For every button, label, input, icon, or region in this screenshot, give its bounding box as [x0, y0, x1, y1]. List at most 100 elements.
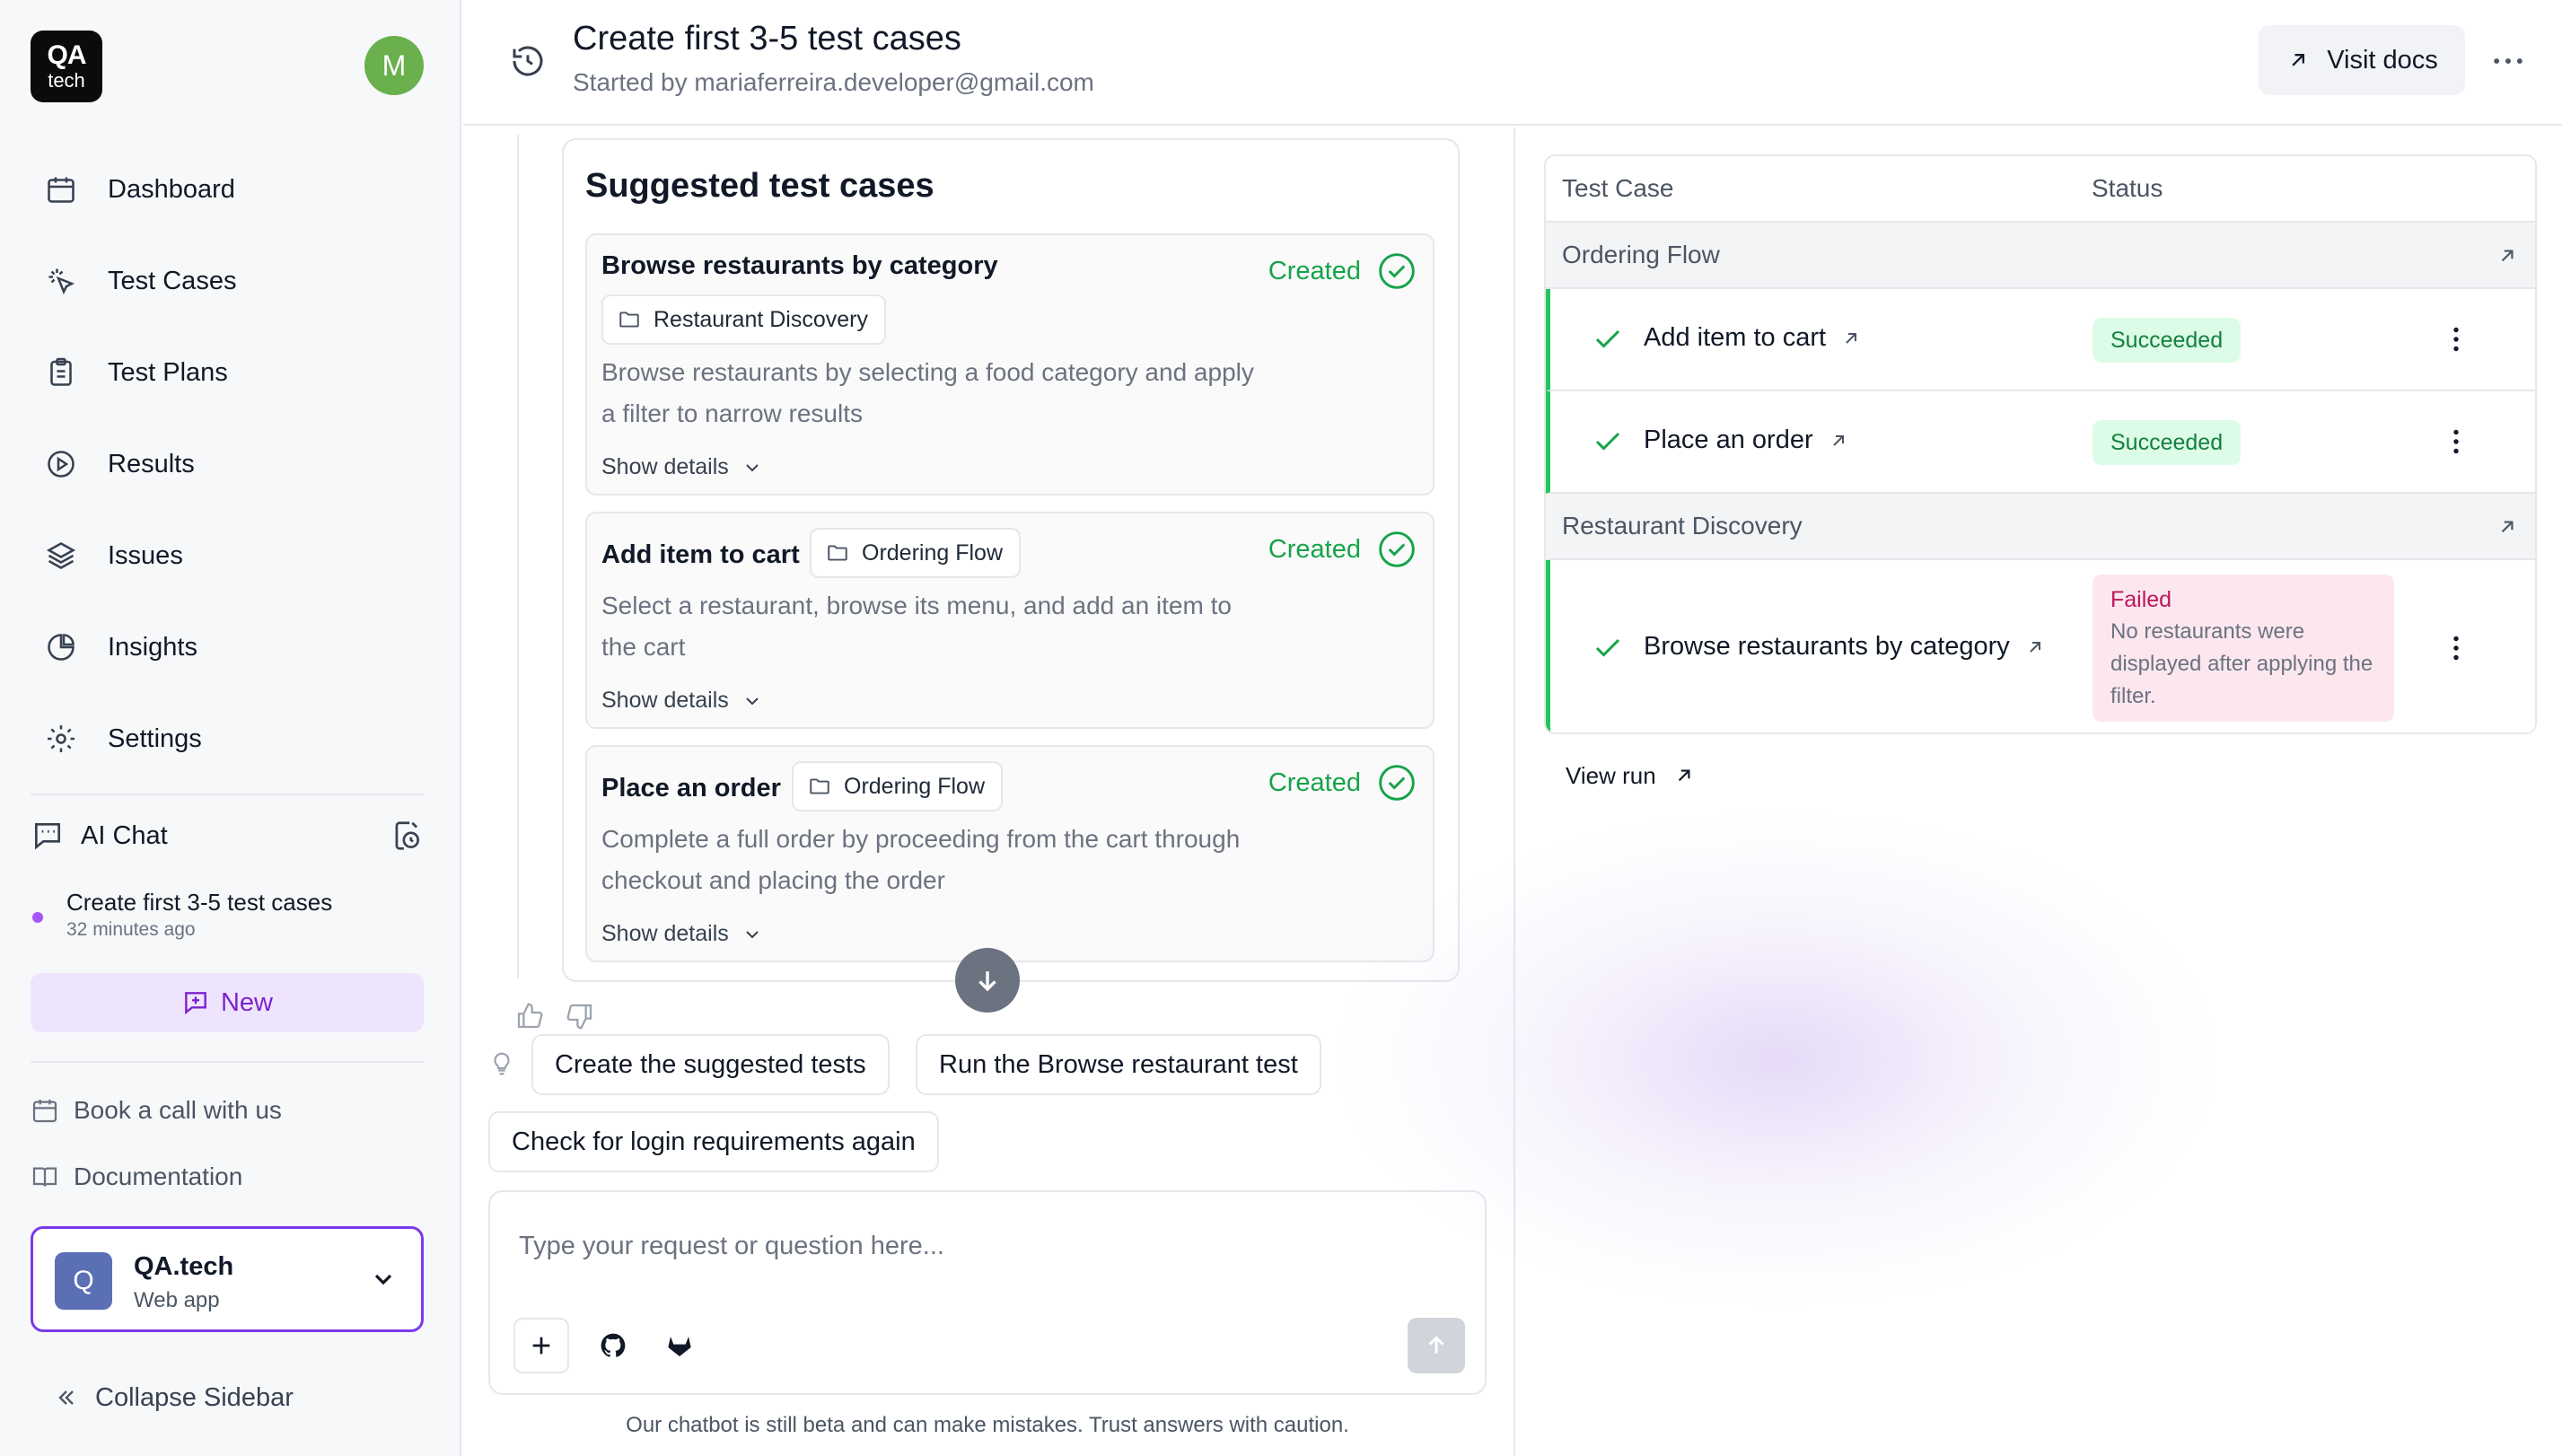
chat-bubble-icon [34, 822, 61, 850]
arrow-up-right-icon [1678, 769, 1690, 782]
arrow-up-right-icon [2030, 641, 2040, 653]
visit-docs-button[interactable]: Visit docs [2259, 25, 2465, 95]
sparkle-cursor-icon [48, 268, 75, 295]
more-vertical-icon[interactable] [2440, 425, 2472, 458]
thumbs-down-icon[interactable] [566, 1002, 594, 1031]
column-header-status: Status [2092, 174, 2163, 202]
failure-message: No restaurants were displayed after appl… [2110, 619, 2373, 708]
result-row[interactable]: Browse restaurants by category Failed No… [1546, 560, 2535, 732]
group-row-restaurant-discovery[interactable]: Restaurant Discovery [1546, 494, 2535, 560]
chevron-down-icon [374, 1274, 392, 1285]
suggestion-chip-create-tests[interactable]: Create the suggested tests [531, 1034, 890, 1095]
layers-icon [46, 542, 76, 569]
github-button[interactable] [585, 1318, 641, 1373]
nav-item-settings[interactable]: Settings [31, 693, 424, 785]
result-row[interactable]: Place an order Succeeded [1546, 391, 2535, 494]
workspace-name: QA.tech [134, 1252, 234, 1281]
nav-item-results[interactable]: Results [31, 418, 424, 510]
view-run-link[interactable]: View run [1566, 756, 1696, 795]
lightbulb-icon [494, 1052, 510, 1075]
show-details-toggle[interactable]: Show details [601, 454, 763, 480]
show-details-toggle[interactable]: Show details [601, 688, 763, 714]
arrow-up-right-icon[interactable] [2496, 515, 2519, 539]
calendar-icon [48, 177, 75, 203]
suggestion-chip-run-browse-test[interactable]: Run the Browse restaurant test [916, 1034, 1321, 1095]
show-details-label: Show details [601, 454, 729, 479]
arrow-up-right-icon[interactable] [2496, 244, 2519, 268]
case-status: Created [1268, 763, 1417, 803]
nav-item-insights[interactable]: Insights [31, 601, 424, 693]
nav-item-test-cases[interactable]: Test Cases [31, 235, 424, 327]
calendar-icon [32, 1100, 57, 1123]
arrow-up-icon [1428, 1336, 1444, 1354]
folder-tag-label: Ordering Flow [844, 773, 985, 799]
new-chat-button[interactable]: New [31, 973, 424, 1032]
nav-item-test-plans[interactable]: Test Plans [31, 327, 424, 418]
case-status-label: Created [1268, 534, 1361, 564]
case-status: Created [1268, 251, 1417, 291]
workspace-switcher[interactable]: Q QA.tech Web app [31, 1226, 424, 1332]
recent-chat-item[interactable]: Create first 3-5 test cases 32 minutes a… [31, 889, 424, 946]
result-case-label: Browse restaurants by category [1644, 632, 2010, 661]
book-call-link[interactable]: Book a call with us [31, 1088, 424, 1133]
more-vertical-icon[interactable] [2440, 323, 2472, 355]
nav-label: Dashboard [108, 174, 235, 204]
nav-label: Settings [108, 724, 202, 753]
sidebar-divider [31, 794, 424, 795]
documentation-label: Documentation [74, 1162, 243, 1190]
scroll-to-bottom-button[interactable] [955, 948, 1020, 1013]
gitlab-icon [668, 1337, 691, 1356]
group-row-ordering-flow[interactable]: Ordering Flow [1546, 223, 2535, 289]
gitlab-button[interactable] [652, 1318, 707, 1373]
send-button[interactable] [1408, 1318, 1465, 1373]
suggested-case-card: Place an order Ordering Flow Created Com… [585, 745, 1435, 962]
play-circle-icon [48, 451, 75, 478]
github-icon [601, 1333, 626, 1357]
folder-icon [810, 778, 829, 794]
suggestion-chip-check-login[interactable]: Check for login requirements again [488, 1111, 939, 1172]
folder-icon [619, 311, 639, 328]
show-details-toggle[interactable]: Show details [601, 921, 763, 947]
chat-input[interactable] [519, 1219, 1452, 1273]
failed-status-label: Failed [2110, 587, 2172, 612]
nav-item-dashboard[interactable]: Dashboard [31, 144, 424, 235]
nav-item-issues[interactable]: Issues [31, 510, 424, 601]
thumbs-up-icon[interactable] [515, 1002, 544, 1031]
folder-tag-label: Restaurant Discovery [654, 306, 868, 332]
page-header: Create first 3-5 test cases Started by m… [463, 0, 2562, 126]
group-name: Restaurant Discovery [1562, 512, 1803, 539]
workspace-type: Web app [134, 1288, 220, 1312]
chat-history-icon[interactable] [390, 819, 424, 853]
gear-icon [48, 725, 75, 752]
history-icon[interactable] [510, 43, 546, 79]
result-case-name[interactable]: Add item to cart [1644, 323, 1862, 353]
recent-chat-time: 32 minutes ago [66, 919, 196, 940]
visit-docs-label: Visit docs [2327, 45, 2438, 75]
result-case-name[interactable]: Place an order [1644, 425, 1849, 455]
folder-tag[interactable]: Ordering Flow [810, 528, 1021, 578]
more-vertical-icon[interactable] [2440, 632, 2472, 664]
active-dot [32, 912, 43, 923]
book-icon [32, 1167, 57, 1187]
double-chevron-left-icon [58, 1390, 74, 1405]
check-circle-icon [1379, 253, 1415, 289]
folder-icon [828, 545, 847, 561]
suggestion-chip-label: Create the suggested tests [555, 1049, 866, 1079]
status-badge-succeeded: Succeeded [2093, 420, 2242, 465]
result-case-name[interactable]: Browse restaurants by category [1644, 632, 2046, 662]
case-name: Place an order [601, 774, 781, 803]
collapse-sidebar-button[interactable]: Collapse Sidebar [54, 1377, 294, 1418]
ai-chat-title: AI Chat [81, 820, 168, 850]
qa-tech-logo[interactable]: QA tech [31, 31, 102, 102]
folder-tag[interactable]: Ordering Flow [792, 761, 1003, 811]
check-icon [1595, 329, 1620, 348]
column-header-test-case: Test Case [1562, 174, 1674, 202]
more-horizontal-icon[interactable] [2488, 41, 2528, 81]
user-avatar[interactable]: M [364, 36, 424, 95]
documentation-link[interactable]: Documentation [31, 1154, 424, 1199]
folder-tag[interactable]: Restaurant Discovery [601, 294, 886, 345]
check-icon [1595, 432, 1620, 451]
result-row[interactable]: Add item to cart Succeeded [1546, 289, 2535, 391]
suggestion-chip-label: Check for login requirements again [512, 1127, 916, 1156]
attach-button[interactable] [513, 1318, 569, 1373]
